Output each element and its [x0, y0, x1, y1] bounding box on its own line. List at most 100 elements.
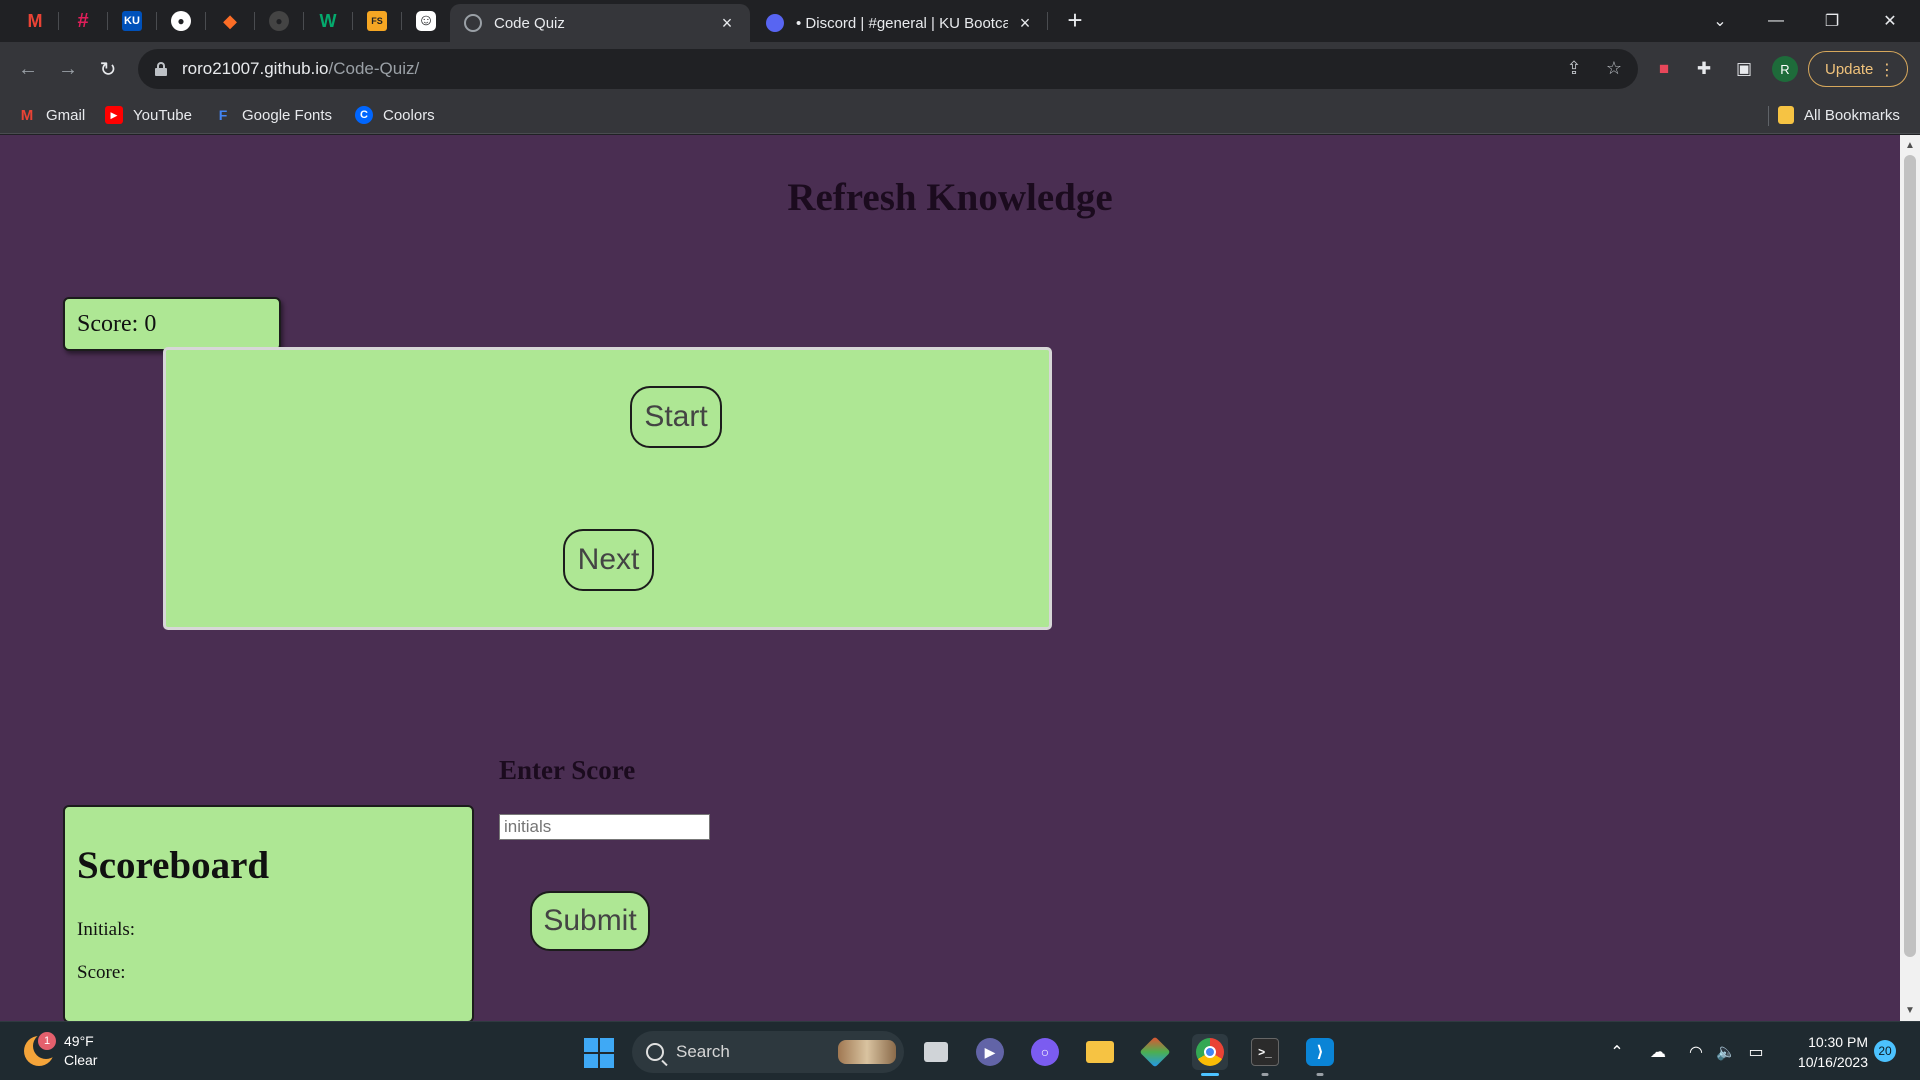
pinned-tab-gmail[interactable]: M — [20, 7, 50, 35]
restore-button[interactable]: ❐ — [1812, 6, 1852, 36]
git-icon — [1139, 1036, 1171, 1068]
page-title: Refresh Knowledge — [787, 176, 1113, 219]
search-icon — [646, 1043, 664, 1061]
more-vertical-icon: ⋮ — [1879, 62, 1895, 79]
tab-search-chevron-down-icon[interactable]: ⌄ — [1700, 6, 1740, 36]
bookmark-google-fonts[interactable]: F Google Fonts — [214, 104, 332, 126]
taskbar-git[interactable] — [1137, 1034, 1173, 1070]
windows-taskbar: 1 49°F Clear Search ▶ ○ >_ ⟩ ⌃ ☁ ◠ 🔈 ▭ 1… — [0, 1021, 1920, 1080]
cloud-icon[interactable]: ☁ — [1646, 1040, 1670, 1064]
close-icon[interactable]: × — [718, 13, 736, 33]
star-icon[interactable]: ☆ — [1602, 56, 1626, 80]
bookmark-coolors[interactable]: C Coolors — [355, 104, 435, 126]
bookmark-youtube[interactable]: ▶ YouTube — [105, 104, 192, 126]
scroll-down-arrow-icon[interactable]: ▼ — [1900, 1002, 1920, 1019]
github-icon: ● — [269, 11, 289, 31]
scoreboard-title: Scoreboard — [77, 844, 270, 887]
github-icon: ● — [171, 11, 191, 31]
all-bookmarks[interactable]: All Bookmarks — [1778, 104, 1900, 126]
folder-icon — [1086, 1041, 1114, 1063]
update-label: Update — [1825, 60, 1874, 78]
notification-badge[interactable]: 20 — [1874, 1040, 1896, 1062]
fs-icon: FS — [367, 11, 387, 31]
scoreboard-score-label: Score: — [77, 962, 126, 983]
tab-discord[interactable]: • Discord | #general | KU Bootcamp × — [752, 4, 1048, 42]
app-face-icon: ☺ — [416, 11, 436, 31]
weather-temperature: 49°F — [64, 1033, 94, 1049]
side-panel-icon[interactable]: ▣ — [1732, 57, 1756, 81]
extension-record-icon[interactable]: ■ — [1652, 57, 1676, 81]
close-icon[interactable]: × — [1016, 13, 1034, 33]
volume-icon[interactable]: 🔈 — [1714, 1040, 1738, 1064]
pinned-tab-w3schools[interactable]: W — [313, 7, 343, 35]
google-fonts-icon: F — [218, 107, 228, 123]
video-chat-icon: ▶ — [976, 1038, 1004, 1066]
start-button[interactable]: Start — [630, 386, 722, 448]
weather-widget[interactable]: 1 49°F Clear — [24, 1032, 97, 1070]
next-button[interactable]: Next — [563, 529, 654, 591]
submit-button[interactable]: Submit — [530, 891, 650, 951]
pinned-tab-github-dark[interactable]: ● — [264, 7, 294, 35]
clock-date: 10/16/2023 — [1797, 1054, 1868, 1070]
tab-code-quiz[interactable]: Code Quiz × — [450, 4, 750, 42]
system-clock[interactable]: 10:30 PM 10/16/2023 — [1784, 1032, 1868, 1072]
wifi-icon[interactable]: ◠ — [1684, 1040, 1708, 1064]
back-button[interactable]: ← — [12, 53, 44, 85]
taskbar-task-view[interactable] — [918, 1034, 954, 1070]
task-view-icon — [924, 1042, 948, 1062]
forward-button[interactable]: → — [52, 53, 84, 85]
enter-score-heading: Enter Score — [499, 755, 636, 785]
pinned-tab-ku[interactable]: KU — [117, 7, 147, 35]
window-close-button[interactable]: ✕ — [1870, 6, 1910, 36]
tab-strip: M # KU ● ◆ ● W FS ☺ Code Quiz × • Discor… — [0, 0, 1920, 42]
bookmarks-bar: M Gmail ▶ YouTube F Google Fonts C Coolo… — [0, 96, 1920, 134]
taskbar-search-label: Search — [676, 1042, 730, 1061]
scoreboard-panel: Scoreboard Initials: Score: — [63, 805, 474, 1021]
taskbar-search[interactable]: Search — [632, 1031, 904, 1073]
score-display: Score: 0 — [63, 297, 281, 351]
bookmark-gmail[interactable]: M Gmail — [18, 104, 85, 126]
reload-button[interactable]: ↻ — [92, 53, 124, 85]
taskbar-terminal[interactable]: >_ — [1247, 1034, 1283, 1076]
taskbar-vscode[interactable]: ⟩ — [1302, 1034, 1338, 1076]
new-tab-button[interactable]: + — [1062, 7, 1088, 34]
minimize-button[interactable]: — — [1756, 6, 1796, 36]
bookmark-label: Gmail — [46, 106, 86, 124]
folder-icon — [1778, 106, 1794, 124]
scrollbar-thumb[interactable] — [1904, 155, 1916, 957]
tab-label: Code Quiz — [494, 14, 565, 32]
profile-avatar[interactable]: R — [1772, 56, 1798, 82]
taskbar-file-explorer[interactable] — [1082, 1034, 1118, 1070]
puzzle-icon[interactable]: ✚ — [1692, 57, 1716, 81]
bookmark-label: YouTube — [133, 106, 192, 124]
pinned-tab-app[interactable]: ☺ — [411, 7, 441, 35]
chevron-up-icon[interactable]: ⌃ — [1605, 1040, 1629, 1064]
page-viewport: Refresh Knowledge Score: 0 Start Next En… — [0, 135, 1900, 1021]
scroll-up-arrow-icon[interactable]: ▲ — [1900, 137, 1920, 154]
page-scrollbar[interactable]: ▲ ▼ — [1900, 135, 1920, 1021]
windows-start-icon[interactable] — [584, 1038, 614, 1068]
w3schools-icon: W — [319, 10, 337, 31]
initials-input[interactable] — [499, 814, 710, 840]
url-path: /Code-Quiz/ — [328, 59, 420, 78]
vscode-icon: ⟩ — [1306, 1038, 1334, 1066]
taskbar-teams[interactable]: ▶ — [972, 1034, 1008, 1070]
pinned-tab-slack[interactable]: # — [68, 7, 98, 35]
bookmark-label: Coolors — [383, 106, 435, 124]
circle-app-icon: ○ — [1031, 1038, 1059, 1066]
address-bar[interactable]: roro21007.github.io/Code-Quiz/ — [138, 49, 1638, 89]
gmail-icon: M — [27, 10, 43, 31]
chrome-icon — [1196, 1038, 1224, 1066]
running-indicator — [1261, 1073, 1269, 1076]
update-button[interactable]: Update ⋮ — [1808, 51, 1908, 87]
discord-icon — [766, 14, 784, 32]
pinned-tab-fs[interactable]: FS — [362, 7, 392, 35]
share-icon[interactable]: ⇪ — [1562, 56, 1586, 80]
pinned-tab-gitlab[interactable]: ◆ — [215, 7, 245, 35]
coolors-icon: C — [355, 106, 373, 124]
taskbar-chrome[interactable] — [1192, 1034, 1228, 1076]
pinned-tab-github[interactable]: ● — [166, 7, 196, 35]
lock-icon — [154, 62, 168, 76]
battery-icon[interactable]: ▭ — [1744, 1040, 1768, 1064]
taskbar-app-circle[interactable]: ○ — [1027, 1034, 1063, 1070]
